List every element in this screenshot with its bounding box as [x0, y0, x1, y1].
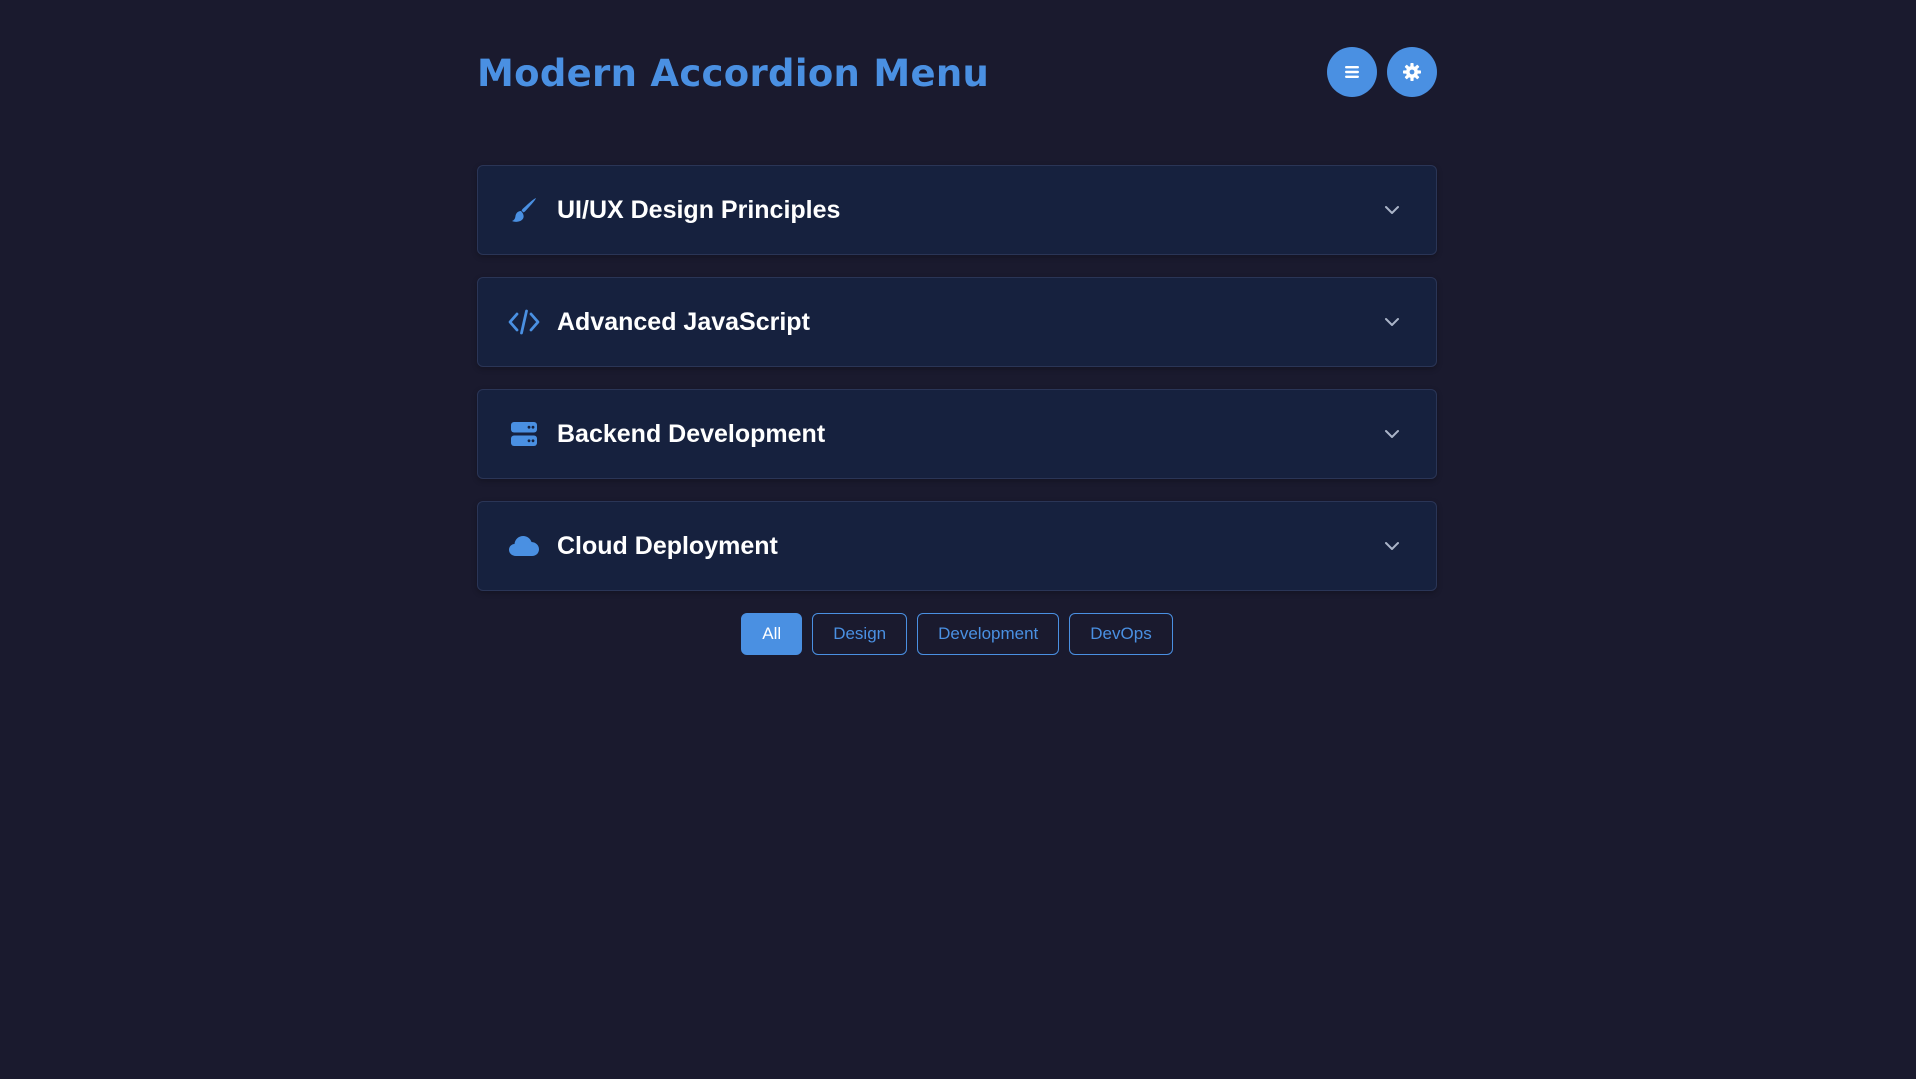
chevron-down-icon	[1382, 312, 1402, 332]
filter-button-all[interactable]: All	[741, 613, 803, 655]
accordion: UI/UX Design Principles Advanced JavaScr…	[477, 165, 1437, 591]
accordion-item-cloud[interactable]: Cloud Deployment	[477, 501, 1437, 591]
accordion-item-title: Advanced JavaScript	[557, 307, 810, 336]
cloud-icon	[508, 530, 540, 562]
filter-button-design[interactable]: Design	[812, 613, 908, 655]
settings-button[interactable]	[1387, 47, 1437, 97]
accordion-item-javascript[interactable]: Advanced JavaScript	[477, 277, 1437, 367]
chevron-down-icon	[1382, 536, 1402, 556]
filter-bar: All Design Development DevOps	[477, 613, 1437, 655]
menu-button[interactable]	[1327, 47, 1377, 97]
header: Modern Accordion Menu	[477, 0, 1437, 165]
chevron-down-icon	[1382, 200, 1402, 220]
accordion-item-title: UI/UX Design Principles	[557, 195, 841, 224]
server-icon	[508, 418, 540, 450]
filter-button-devops[interactable]: DevOps	[1069, 613, 1173, 655]
accordion-item-title: Backend Development	[557, 419, 826, 448]
header-actions	[1327, 47, 1437, 97]
menu-icon	[1345, 66, 1359, 78]
code-icon	[508, 306, 540, 338]
accordion-item-backend[interactable]: Backend Development	[477, 389, 1437, 479]
app-container: Modern Accordion Menu UI/UX Design Princ…	[477, 0, 1437, 655]
accordion-item-ui-ux[interactable]: UI/UX Design Principles	[477, 165, 1437, 255]
gear-icon	[1403, 63, 1421, 81]
page-title: Modern Accordion Menu	[477, 52, 990, 95]
chevron-down-icon	[1382, 424, 1402, 444]
paintbrush-icon	[508, 194, 540, 226]
accordion-item-title: Cloud Deployment	[557, 531, 778, 560]
filter-button-development[interactable]: Development	[917, 613, 1060, 655]
